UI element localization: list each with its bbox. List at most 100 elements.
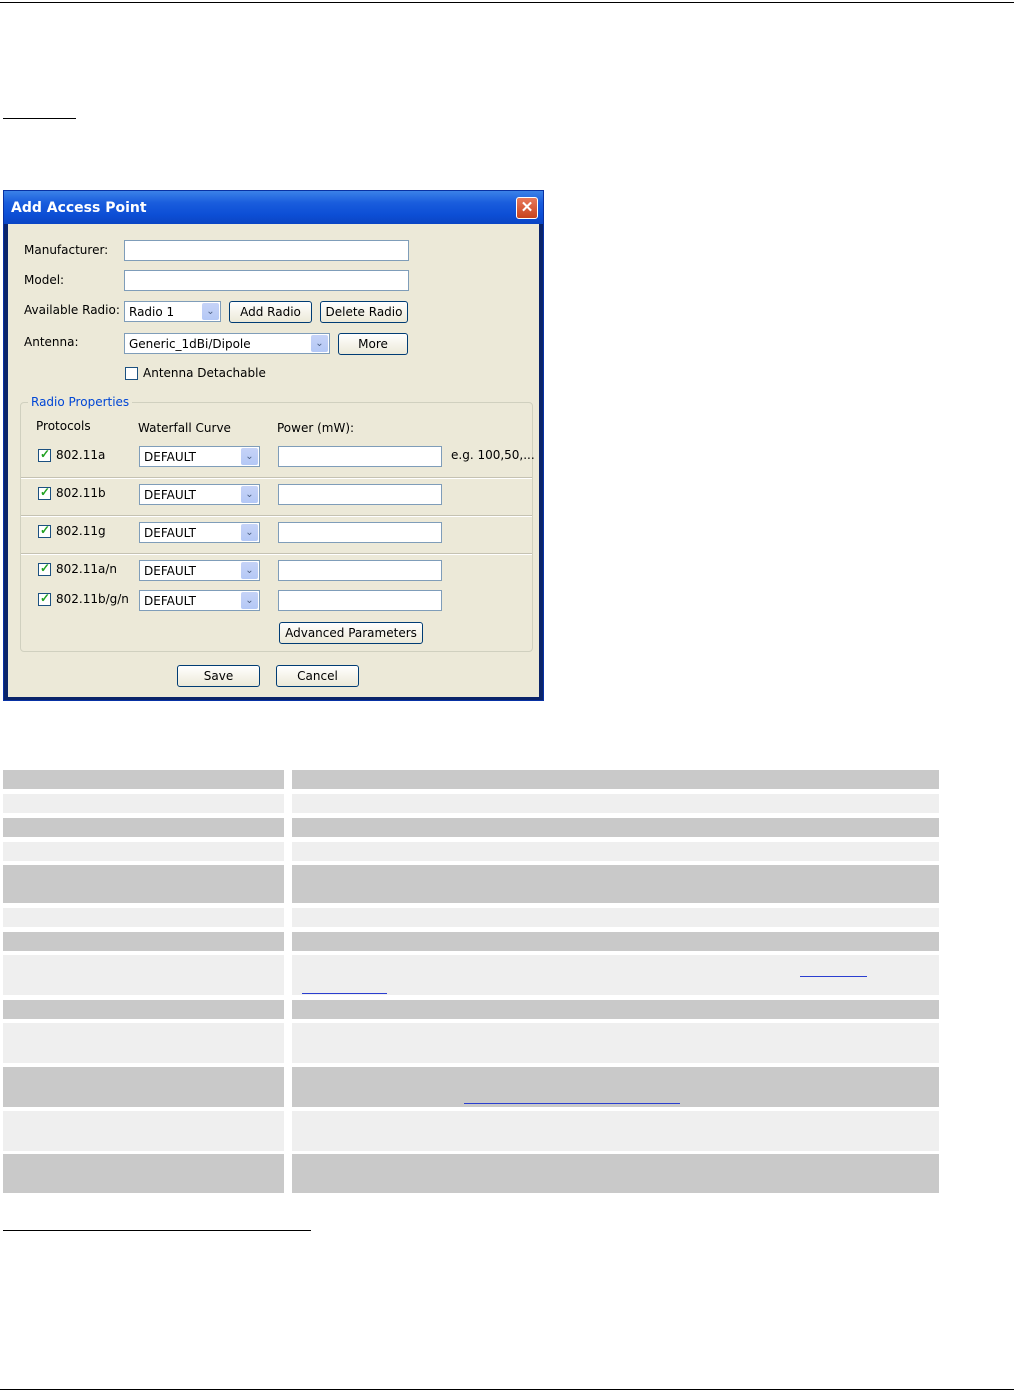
table-cell	[3, 842, 284, 861]
table-cell	[3, 1023, 284, 1063]
table-cell	[292, 1000, 939, 1019]
table-row	[3, 1111, 939, 1151]
protocol-802-11bgn-power-input[interactable]	[278, 590, 442, 611]
protocol-802-11an-curve-select[interactable]: DEFAULT ⌄	[139, 560, 260, 581]
available-radio-label: Available Radio:	[24, 303, 120, 317]
protocol-802-11g-checkbox[interactable]: ✓	[38, 523, 51, 538]
power-hint: e.g. 100,50,...	[451, 448, 535, 462]
table-cell	[3, 1154, 284, 1193]
table-row	[3, 1000, 939, 1019]
table-cell	[3, 908, 284, 927]
chevron-down-icon[interactable]: ⌄	[241, 592, 258, 609]
table-cell	[3, 1000, 284, 1019]
antenna-select[interactable]: Generic_1dBi/Dipole ⌄	[124, 333, 330, 354]
table-link[interactable]	[302, 993, 387, 994]
table-cell	[292, 955, 939, 995]
table-cell	[3, 770, 284, 789]
curve-value: DEFAULT	[144, 488, 196, 502]
protocol-802-11a-power-input[interactable]	[278, 446, 442, 467]
protocol-802-11an-checkbox[interactable]: ✓	[38, 561, 51, 576]
close-icon[interactable]: ✕	[516, 197, 538, 219]
row-divider	[21, 477, 532, 479]
chevron-down-icon[interactable]: ⌄	[241, 562, 258, 579]
antenna-detachable-label: Antenna Detachable	[143, 366, 266, 380]
add-access-point-dialog: Add Access Point ✕ Manufacturer: Model: …	[3, 190, 544, 701]
chevron-down-icon[interactable]: ⌄	[311, 335, 328, 352]
chevron-down-icon[interactable]: ⌄	[241, 524, 258, 541]
table-row	[3, 818, 939, 837]
table-row	[3, 770, 939, 789]
table-cell	[292, 865, 939, 903]
protocol-802-11bgn-curve-select[interactable]: DEFAULT ⌄	[139, 590, 260, 611]
manufacturer-field[interactable]	[124, 240, 409, 261]
check-icon: ✓	[40, 523, 51, 537]
table-row	[3, 794, 939, 813]
table-cell	[3, 955, 284, 995]
page-bottom-rule	[0, 1389, 1014, 1390]
table-cell	[3, 1111, 284, 1151]
table-row	[3, 1154, 939, 1193]
protocols-header: Protocols	[36, 419, 91, 433]
table-row	[3, 955, 939, 995]
available-radio-select[interactable]: Radio 1 ⌄	[124, 301, 221, 322]
curve-value: DEFAULT	[144, 594, 196, 608]
table-row	[3, 1067, 939, 1107]
save-button[interactable]: Save	[177, 665, 260, 687]
power-header: Power (mW):	[277, 421, 355, 435]
chevron-down-icon[interactable]: ⌄	[202, 303, 219, 320]
table-cell	[292, 932, 939, 951]
radio-properties-title: Radio Properties	[28, 395, 133, 409]
antenna-label: Antenna:	[24, 335, 79, 349]
protocol-802-11g-power-input[interactable]	[278, 522, 442, 543]
curve-value: DEFAULT	[144, 564, 196, 578]
check-icon: ✓	[40, 591, 51, 605]
protocol-802-11b-power-input[interactable]	[278, 484, 442, 505]
table-row	[3, 1023, 939, 1063]
section-link-underline[interactable]	[3, 118, 76, 119]
protocol-802-11b-label: 802.11b	[56, 486, 106, 500]
table-link[interactable]	[464, 1103, 680, 1104]
protocol-802-11b-checkbox[interactable]: ✓	[38, 485, 51, 500]
table-cell	[292, 1154, 939, 1193]
delete-radio-button[interactable]: Delete Radio	[320, 301, 408, 323]
protocol-802-11an-power-input[interactable]	[278, 560, 442, 581]
model-label: Model:	[24, 273, 65, 287]
chevron-down-icon[interactable]: ⌄	[241, 448, 258, 465]
table-row	[3, 908, 939, 927]
protocol-802-11a-curve-select[interactable]: DEFAULT ⌄	[139, 446, 260, 467]
advanced-parameters-button[interactable]: Advanced Parameters	[279, 622, 423, 644]
page-top-rule	[0, 2, 1014, 3]
table-cell	[292, 1023, 939, 1063]
antenna-value: Generic_1dBi/Dipole	[129, 337, 251, 351]
table-row	[3, 865, 939, 903]
protocol-802-11a-label: 802.11a	[56, 448, 106, 462]
protocol-802-11an-label: 802.11a/n	[56, 562, 117, 576]
dialog-title: Add Access Point	[11, 200, 147, 216]
antenna-detachable-checkbox[interactable]	[125, 367, 138, 380]
protocol-802-11b-curve-select[interactable]: DEFAULT ⌄	[139, 484, 260, 505]
table-cell	[3, 794, 284, 813]
dialog-titlebar: Add Access Point ✕	[4, 191, 543, 224]
more-button[interactable]: More	[338, 333, 408, 355]
table-cell	[3, 818, 284, 837]
table-cell	[292, 842, 939, 861]
table-cell	[3, 865, 284, 903]
protocol-802-11bgn-checkbox[interactable]: ✓	[38, 591, 51, 606]
protocol-802-11g-label: 802.11g	[56, 524, 106, 538]
available-radio-value: Radio 1	[129, 305, 175, 319]
add-radio-button[interactable]: Add Radio	[229, 301, 312, 323]
protocol-802-11g-curve-select[interactable]: DEFAULT ⌄	[139, 522, 260, 543]
dialog-body: Manufacturer: Model: Available Radio: Ra…	[8, 224, 539, 697]
cancel-button[interactable]: Cancel	[276, 665, 359, 687]
waterfall-curve-header: Waterfall Curve	[138, 421, 231, 435]
table-link[interactable]	[800, 976, 867, 977]
table-cell	[292, 794, 939, 813]
model-field[interactable]	[124, 270, 409, 291]
row-divider	[21, 553, 532, 555]
check-icon: ✓	[40, 485, 51, 499]
curve-value: DEFAULT	[144, 450, 196, 464]
footer-link-underline[interactable]	[3, 1230, 311, 1231]
protocol-802-11a-checkbox[interactable]: ✓	[38, 447, 51, 462]
chevron-down-icon[interactable]: ⌄	[241, 486, 258, 503]
table-cell	[292, 1067, 939, 1107]
